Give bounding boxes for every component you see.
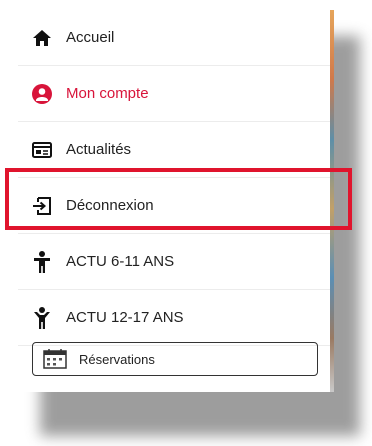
calendar-icon (43, 349, 67, 369)
menu-item-label: Mon compte (66, 85, 149, 102)
teen-icon (32, 306, 52, 329)
highlight-box (5, 168, 352, 230)
account-circle-icon (32, 83, 52, 104)
menu-item-label: Accueil (66, 29, 115, 46)
reservations-button[interactable]: Réservations (32, 342, 318, 376)
menu-item-mon-compte[interactable]: Mon compte (18, 66, 330, 122)
reservations-label: Réservations (79, 351, 155, 367)
menu-item-label: Actualités (66, 141, 132, 158)
newspaper-icon (32, 140, 52, 160)
menu-item-label: ACTU 6-11 ANS (66, 253, 175, 270)
child-icon (32, 250, 52, 273)
menu-item-actu-6-11[interactable]: ACTU 6-11 ANS (18, 234, 330, 290)
menu-item-accueil[interactable]: Accueil (18, 10, 330, 66)
menu-item-actu-12-17[interactable]: ACTU 12-17 ANS (18, 290, 330, 346)
home-icon (32, 28, 52, 48)
menu-item-label: ACTU 12-17 ANS (66, 309, 184, 326)
